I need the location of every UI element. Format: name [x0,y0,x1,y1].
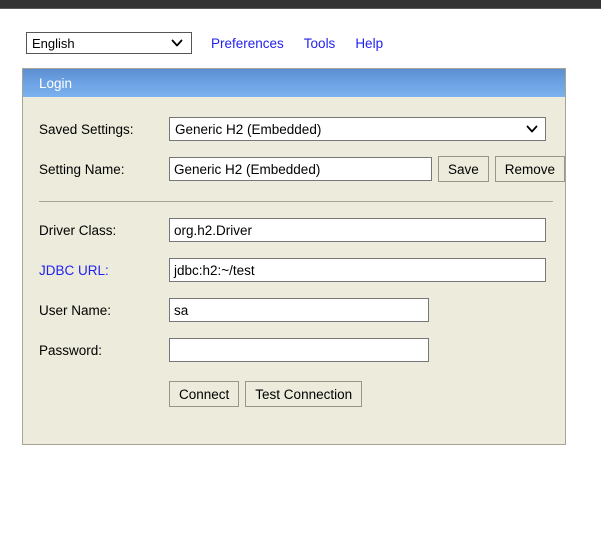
save-button[interactable]: Save [437,156,489,182]
chevron-down-icon [169,35,185,51]
driver-class-input[interactable]: org.h2.Driver [169,218,546,242]
nav-link-help[interactable]: Help [355,36,383,51]
row-saved-settings: Saved Settings: Generic H2 (Embedded) [23,113,565,145]
toolbar: English Preferences Tools Help [0,28,601,58]
saved-settings-select[interactable]: Generic H2 (Embedded) [169,117,546,141]
row-setting-name: Setting Name: Generic H2 (Embedded) Save… [23,153,565,185]
password-input[interactable] [169,338,429,362]
driver-class-value: org.h2.Driver [174,222,253,238]
nav-link-preferences[interactable]: Preferences [211,36,284,51]
row-user-name: User Name: sa [23,294,565,326]
remove-button[interactable]: Remove [494,156,565,182]
row-driver-class: Driver Class: org.h2.Driver [23,214,565,246]
top-dark-strip [0,0,601,9]
user-name-input[interactable]: sa [169,298,429,322]
label-password: Password: [39,342,103,358]
nav-link-tools[interactable]: Tools [304,36,336,51]
toolbar-links: Preferences Tools Help [211,36,383,51]
language-select[interactable]: English [26,32,192,54]
label-saved-settings: Saved Settings: [39,121,134,137]
chevron-down-icon [524,121,540,137]
user-name-value: sa [174,302,189,318]
row-password: Password: [23,334,565,366]
test-connection-button[interactable]: Test Connection [245,381,363,407]
setting-name-value: Generic H2 (Embedded) [174,161,321,177]
panel-title: Login [39,75,73,91]
panel-body: Saved Settings: Generic H2 (Embedded) Se… [23,97,565,444]
setting-name-input[interactable]: Generic H2 (Embedded) [169,157,432,181]
row-jdbc-url: JDBC URL: jdbc:h2:~/test [23,254,565,286]
label-setting-name: Setting Name: [39,161,125,177]
label-driver-class: Driver Class: [39,222,117,238]
panel-header: Login [23,69,565,97]
saved-settings-value: Generic H2 (Embedded) [175,121,322,137]
language-select-value: English [32,35,75,51]
label-user-name: User Name: [39,302,112,318]
jdbc-url-input[interactable]: jdbc:h2:~/test [169,258,546,282]
action-button-row: Connect Test Connection [23,378,565,410]
jdbc-url-value: jdbc:h2:~/test [174,262,255,278]
login-panel: Login Saved Settings: Generic H2 (Embedd… [22,68,566,445]
connect-button[interactable]: Connect [169,381,240,407]
label-jdbc-url[interactable]: JDBC URL: [39,263,169,278]
